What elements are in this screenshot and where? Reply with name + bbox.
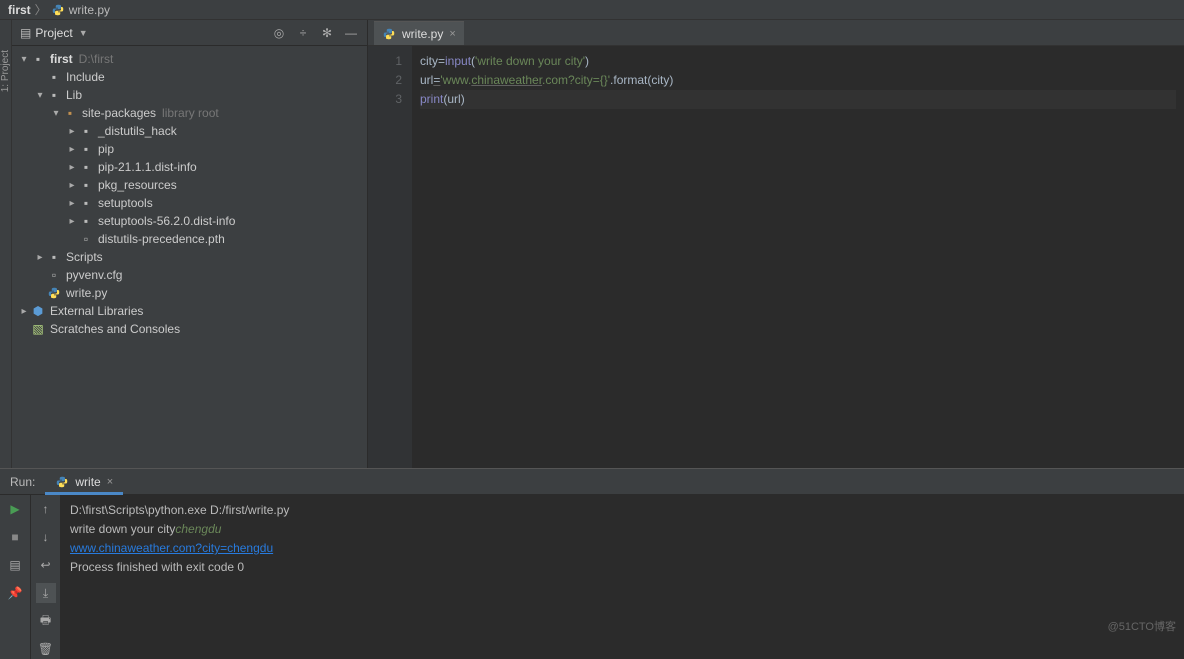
tree-include[interactable]: ▪Include	[12, 68, 367, 86]
console-line: write down your citychengdu	[70, 520, 1174, 539]
tree-site-packages[interactable]: ▾▪site-packageslibrary root	[12, 104, 367, 122]
project-title[interactable]: Project	[35, 26, 72, 40]
folder-icon: ▪	[46, 250, 62, 264]
tree-lib[interactable]: ▾▪Lib	[12, 86, 367, 104]
close-icon[interactable]: ×	[449, 28, 455, 40]
project-toolbar: ▤ Project ▼ ◎ ÷ ✻ —	[12, 20, 367, 46]
breadcrumb-separator: 〉	[35, 1, 47, 18]
folder-icon: ▪	[46, 70, 62, 84]
run-config-tab[interactable]: write ×	[45, 473, 123, 495]
run-toolbar-primary: ▶ ■ ▤ 📌	[0, 495, 30, 659]
folder-icon: ▪	[78, 160, 94, 174]
libraries-icon: ⬢	[30, 304, 46, 318]
editor-body[interactable]: 1 2 3 city=input('write down your city')…	[368, 46, 1184, 468]
folder-icon: ▪	[30, 52, 46, 66]
line-numbers: 1 2 3	[368, 46, 412, 468]
folder-icon: ▪	[78, 214, 94, 228]
tree-scratches[interactable]: ▧Scratches and Consoles	[12, 320, 367, 338]
console-line: Process finished with exit code 0	[70, 558, 1174, 577]
python-file-icon	[382, 27, 396, 41]
code-area[interactable]: city=input('write down your city') url='…	[412, 46, 1184, 468]
gear-icon[interactable]: ✻	[319, 25, 335, 41]
tree-distutils-hack[interactable]: ▸▪_distutils_hack	[12, 122, 367, 140]
folder-icon: ▪	[46, 88, 62, 102]
folder-icon: ▪	[78, 178, 94, 192]
collapse-icon[interactable]: ÷	[295, 25, 311, 41]
close-icon[interactable]: ×	[107, 476, 113, 488]
print-icon[interactable]: 🖶	[36, 611, 56, 631]
scroll-end-icon[interactable]: ⤓	[36, 583, 56, 603]
editor-tab[interactable]: write.py ×	[374, 21, 464, 45]
watermark: @51CTO博客	[1108, 618, 1176, 634]
folder-icon: ▪	[78, 142, 94, 156]
tree-setuptools-dist[interactable]: ▸▪setuptools-56.2.0.dist-info	[12, 212, 367, 230]
stop-icon[interactable]: ■	[5, 527, 25, 547]
library-root-icon: ▪	[62, 106, 78, 120]
tree-root[interactable]: ▾▪firstD:\first	[12, 50, 367, 68]
rerun-icon[interactable]: ▶	[5, 499, 25, 519]
tree-distutils-pth[interactable]: ▫distutils-precedence.pth	[12, 230, 367, 248]
editor-tabs: write.py ×	[368, 20, 1184, 46]
up-icon[interactable]: ↑	[36, 499, 56, 519]
console-link[interactable]: www.chinaweather.com?city=chengdu	[70, 539, 1174, 558]
python-file-icon	[51, 3, 65, 17]
minimize-icon[interactable]: —	[343, 25, 359, 41]
run-tab-label: write	[75, 475, 100, 489]
folder-icon: ▪	[78, 124, 94, 138]
python-icon	[55, 475, 69, 489]
chevron-down-icon[interactable]: ▼	[79, 28, 88, 38]
scratches-icon: ▧	[30, 322, 46, 336]
tree-pip-dist[interactable]: ▸▪pip-21.1.1.dist-info	[12, 158, 367, 176]
layout-icon[interactable]: ▤	[5, 555, 25, 575]
tree-pyvenv[interactable]: ▫pyvenv.cfg	[12, 266, 367, 284]
tree-scripts[interactable]: ▸▪Scripts	[12, 248, 367, 266]
editor-area: write.py × 1 2 3 city=input('write down …	[368, 20, 1184, 468]
run-title: Run:	[0, 475, 45, 489]
project-tree[interactable]: ▾▪firstD:\first ▪Include ▾▪Lib ▾▪site-pa…	[12, 46, 367, 468]
file-icon: ▫	[78, 232, 94, 246]
console-line: D:\first\Scripts\python.exe D:/first/wri…	[70, 501, 1174, 520]
target-icon[interactable]: ◎	[271, 25, 287, 41]
project-panel: ▤ Project ▼ ◎ ÷ ✻ — ▾▪firstD:\first ▪Inc…	[12, 20, 368, 468]
file-icon: ▫	[46, 268, 62, 282]
breadcrumb-root[interactable]: first	[8, 3, 31, 17]
project-tool-tab[interactable]: 1: Project	[0, 50, 11, 92]
tree-ext-libs[interactable]: ▸⬢External Libraries	[12, 302, 367, 320]
tree-writepy[interactable]: write.py	[12, 284, 367, 302]
project-title-icon: ▤	[20, 26, 31, 40]
run-header: Run: write ×	[0, 469, 1184, 495]
console-output[interactable]: D:\first\Scripts\python.exe D:/first/wri…	[60, 495, 1184, 659]
editor-tab-label: write.py	[402, 27, 443, 41]
python-file-icon	[46, 286, 62, 300]
trash-icon[interactable]: 🗑	[36, 639, 56, 659]
pin-icon[interactable]: 📌	[5, 583, 25, 603]
tree-pip[interactable]: ▸▪pip	[12, 140, 367, 158]
tree-setuptools[interactable]: ▸▪setuptools	[12, 194, 367, 212]
wrap-icon[interactable]: ↩	[36, 555, 56, 575]
left-tool-gutter: 1: Project	[0, 20, 12, 468]
run-panel: Run: write × ▶ ■ ▤ 📌 ↑ ↓ ↩ ⤓ 🖶 🗑 D:\firs…	[0, 468, 1184, 636]
run-toolbar-secondary: ↑ ↓ ↩ ⤓ 🖶 🗑	[30, 495, 60, 659]
breadcrumb-file[interactable]: write.py	[69, 3, 110, 17]
folder-icon: ▪	[78, 196, 94, 210]
down-icon[interactable]: ↓	[36, 527, 56, 547]
tree-pkg-resources[interactable]: ▸▪pkg_resources	[12, 176, 367, 194]
breadcrumb: first 〉 write.py	[0, 0, 1184, 20]
